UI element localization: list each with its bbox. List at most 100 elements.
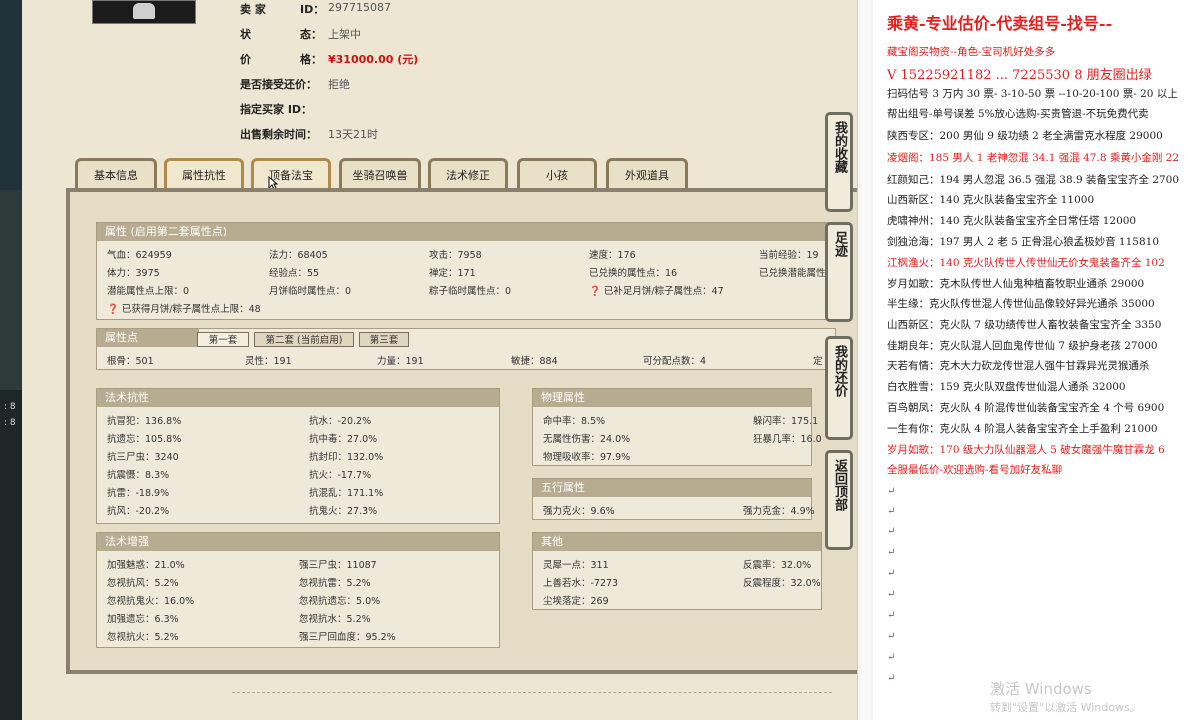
points-agility: 敏捷：884	[511, 356, 558, 367]
paragraph-mark: ↵	[887, 673, 896, 684]
price-value: ¥31000.00 (元)	[328, 53, 419, 66]
doc-line: 藏宝阁买物资--角色-宝司机好处多多	[887, 46, 1056, 58]
paragraph-mark: ↵	[887, 652, 896, 663]
other-header: 其他	[533, 533, 821, 551]
boost-item: 加强魅惑：21.0%	[107, 560, 185, 571]
resist-item: 抗鬼火：27.3%	[309, 506, 378, 517]
physical-item: 狂暴几率：16.0	[753, 434, 822, 445]
attributes-box: 属性 (启用第二套属性点) 气血：624959 法力：68405 攻击：7958…	[96, 222, 836, 320]
magic-resistance-header: 法术抗性	[97, 389, 499, 407]
left-strip-top	[0, 0, 22, 190]
doc-line: 岁月如歌：克木队传世人仙鬼种植畜牧职业通杀 29000	[887, 278, 1145, 290]
attr-filled-points: ❓ 已补足月饼/粽子属性点：47	[589, 283, 724, 297]
footprint-button[interactable]: 足迹	[825, 222, 853, 322]
attr-attack: 攻击：7958	[429, 250, 482, 261]
subtab-set-1[interactable]: 第一套	[197, 332, 249, 347]
resist-item: 抗遗忘：105.8%	[107, 434, 182, 445]
back-to-top-label: 返回顶部	[832, 459, 847, 511]
character-icon	[133, 3, 155, 19]
subtab-set-2[interactable]: 第二套 (当前启用)	[254, 332, 354, 347]
attr-hp: 气血：624959	[107, 250, 172, 261]
attr-note: ❓ 已获得月饼/粽子属性点上限：48	[107, 301, 261, 315]
doc-line: 白衣胜雪：159 克火队双盘传世仙混人通杀 32000	[887, 381, 1126, 393]
dotted-divider	[232, 692, 832, 693]
tab-spell-correction[interactable]: 法术修正	[428, 158, 508, 188]
scrollbar[interactable]	[862, 0, 870, 720]
tab-child[interactable]: 小孩	[517, 158, 597, 188]
doc-line: 帮出组号-单号误差 5%放心选购-买贵管退-不玩免费代卖	[887, 108, 1149, 120]
tab-mount-summon[interactable]: 坐骑召唤兽	[339, 158, 421, 188]
attr-mooncake-temp: 月饼临时属性点：0	[269, 286, 352, 297]
element-item: 强力克金：4.9%	[743, 506, 815, 517]
resist-item: 抗封印：132.0%	[309, 452, 384, 463]
remaining-time-label: 出售剩余时间：	[240, 128, 317, 141]
doc-line: 扫码估号 3 万内 30 票- 3-10-50 票 --10-20-100 票-…	[887, 88, 1178, 100]
magic-resistance-box: 法术抗性 抗冒犯：136.8% 抗水：-20.2% 抗遗忘：105.8% 抗中毒…	[96, 388, 500, 524]
other-item: 尘埃落定：269	[543, 596, 609, 607]
doc-line: 剑独沧海：197 男人 2 老 5 正骨混心狼孟极妙音 115810	[887, 236, 1160, 248]
element-item: 强力克火：9.6%	[543, 506, 615, 517]
activation-watermark-text: 转到"设置"以激活 Windows。	[990, 701, 1141, 714]
doc-line: 全服最低价-欢迎选购-看号加好友私聊	[887, 464, 1063, 476]
doc-line: 一生有你：克火队 4 阶混人装备宝宝齐全上手盈利 21000	[887, 423, 1158, 435]
question-icon[interactable]: ❓	[589, 286, 601, 297]
attr-current-exp: 当前经验：19	[759, 250, 819, 261]
magic-boost-header: 法术增强	[97, 533, 499, 551]
resist-item: 抗雷：-18.9%	[107, 488, 170, 499]
status-label-2: 态：	[300, 28, 322, 41]
doc-line: 佳期良年：克火队混人回血鬼传世仙 7 级护身老孩 27000	[887, 340, 1158, 352]
attr-filled-points-text: 已补足月饼/粽子属性点：47	[603, 286, 724, 297]
character-thumbnail[interactable]	[92, 0, 196, 24]
other-item: 反震程度：32.0%	[743, 578, 821, 589]
doc-line: 岁月如歌：170 级大力队仙器混人 5 破女魔强牛魔甘霖龙 6	[887, 444, 1165, 456]
doc-line: 天若有情：克木大力砍龙传世混人强牛甘霖异光灵猴通杀	[887, 360, 1150, 372]
back-to-top-button[interactable]: 返回顶部	[825, 450, 853, 550]
physical-item: 物理吸收率：97.9%	[543, 452, 631, 463]
id-label: ID：	[300, 3, 325, 16]
doc-line: 陕西专区：200 男仙 9 级功绩 2 老全满雷克水程度 29000	[887, 130, 1163, 142]
attr-exchanged-potential: 已兑换潜能属性	[759, 268, 826, 279]
paragraph-mark: ↵	[887, 568, 896, 579]
seller-id-value: 297715087	[328, 1, 391, 14]
paragraph-mark: ↵	[887, 486, 896, 497]
question-icon[interactable]: ❓	[107, 304, 119, 315]
resist-item: 抗风：-20.2%	[107, 506, 170, 517]
boost-item: 忽视抗风：5.2%	[107, 578, 179, 589]
window-divider[interactable]	[857, 0, 874, 720]
tab-equipment-treasure[interactable]: 顶备法宝	[251, 158, 331, 188]
doc-line: 半生缘：克火队传世混人传世仙品像较好异光通杀 35000	[887, 298, 1155, 310]
boost-item: 加强遗忘：6.3%	[107, 614, 179, 625]
tab-appearance-items[interactable]: 外观道具	[606, 158, 688, 188]
attribute-points-box: 属性点 第一套 第二套 (当前启用) 第三套 根骨：501 灵性：191 力量：…	[96, 328, 836, 370]
boost-item: 强三尸虫：11087	[299, 560, 377, 571]
other-item: 灵犀一点：311	[543, 560, 609, 571]
boost-item: 忽视抗鬼火：16.0%	[107, 596, 195, 607]
left-label-2: : 8	[4, 418, 16, 428]
doc-line: 山西新区：克火队 7 级功绩传世人畜牧装备宝宝齐全 3350	[887, 319, 1162, 331]
my-favorites-button[interactable]: 我的收藏	[825, 112, 853, 212]
my-counter-offer-button[interactable]: 我的还价	[825, 336, 853, 440]
remaining-time-value: 13天21时	[328, 128, 378, 141]
attr-meditation: 禅定：171	[429, 268, 476, 279]
my-favorites-label: 我的收藏	[832, 121, 847, 173]
tab-attributes-resistance[interactable]: 属性抗性	[164, 158, 244, 188]
physical-box: 物理属性 命中率：8.5% 躲闪率：175.1 无属性伤害：24.0% 狂暴几率…	[532, 388, 822, 466]
paragraph-mark: ↵	[887, 547, 896, 558]
attributes-header: 属性 (启用第二套属性点)	[97, 223, 835, 241]
doc-line: 红颜知己：194 男人忽混 36.5 强混 38.9 装备宝宝齐全 2700	[887, 174, 1180, 186]
doc-line: 虎啸神州：140 克火队装备宝宝齐全日常任塔 12000	[887, 215, 1137, 227]
physical-item: 命中率：8.5%	[543, 416, 606, 427]
other-box: 其他 灵犀一点：311 反震率：32.0% 上善若水：-7273 反震程度：32…	[532, 532, 822, 610]
tab-basic-info[interactable]: 基本信息	[75, 158, 157, 188]
resist-item: 抗冒犯：136.8%	[107, 416, 182, 427]
doc-line: 凌烟阁：185 男人 1 老神忽混 34.1 强混 47.8 乘黄小金刚 22	[887, 152, 1180, 164]
physical-item: 无属性伤害：24.0%	[543, 434, 631, 445]
attr-exchanged-points: 已兑换的属性点：16	[589, 268, 678, 279]
attr-potential-cap: 潜能属性点上限：0	[107, 286, 190, 297]
document-pane: 乘黄-专业估价-代卖组号-找号-- 藏宝阁买物资--角色-宝司机好处多多 V 1…	[873, 0, 1188, 720]
doc-line: V 15225921182 ... 7225530 8 朋友圈出绿	[887, 68, 1152, 83]
subtab-set-3[interactable]: 第三套	[359, 332, 409, 347]
physical-header: 物理属性	[533, 389, 811, 407]
boost-item: 忽视抗水：5.2%	[299, 614, 371, 625]
resist-item: 抗中毒：27.0%	[309, 434, 378, 445]
